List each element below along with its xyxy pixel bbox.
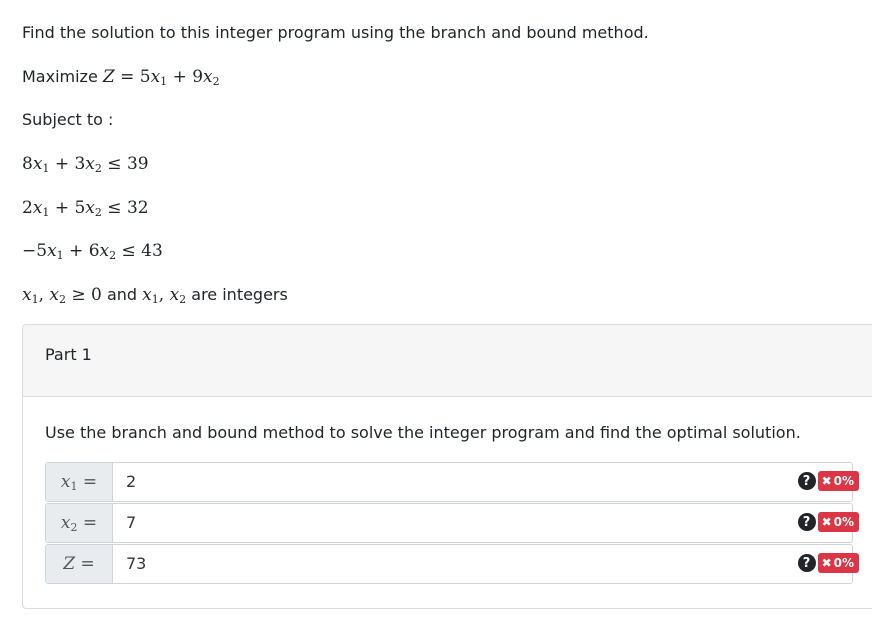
score-badge-x1: ✖ 0% (817, 471, 859, 491)
objective-prefix: Maximize (22, 67, 98, 86)
question-circle-icon[interactable]: ? (797, 472, 816, 490)
nonnegativity-line: x1, x2 ≥ 0 and x1, x2 are integers (22, 284, 288, 306)
score-value-z: 0% (833, 556, 854, 570)
answer-input-z[interactable]: 73 (126, 545, 146, 583)
part-card: Part 1 Use the branch and bound method t… (22, 324, 872, 609)
answer-row-x1: x1 = 2 (45, 462, 853, 502)
score-badge-z: ✖ 0% (817, 553, 859, 573)
answer-label-x1: x1 = (46, 463, 113, 501)
objective-line: Maximize Z = 5x1 + 9x2 (22, 66, 220, 88)
objective-formula: Z = 5x1 + 9x2 (102, 67, 220, 88)
nonneg-formula: x1, x2 ≥ 0 (22, 285, 102, 306)
answer-status-x2: ? ✖ 0% (797, 512, 859, 532)
part-header: Part 1 (23, 325, 872, 397)
constraint-1: 8x1 + 3x2 ≤ 39 (22, 154, 149, 175)
x-mark-icon: ✖ (821, 474, 832, 488)
question-circle-icon[interactable]: ? (797, 513, 816, 531)
part-instruction: Use the branch and bound method to solve… (45, 423, 801, 442)
answer-row-x2: x2 = 7 (45, 503, 853, 543)
score-value-x2: 0% (833, 515, 854, 529)
answer-input-x2[interactable]: 7 (126, 504, 136, 542)
answer-label-x2: x2 = (46, 504, 113, 542)
nonneg-suffix: are integers (191, 285, 288, 304)
constraint-2: 2x1 + 5x2 ≤ 32 (22, 198, 149, 219)
answer-status-x1: ? ✖ 0% (797, 471, 859, 491)
answer-status-z: ? ✖ 0% (797, 553, 859, 573)
constraint-3: −5x1 + 6x2 ≤ 43 (22, 241, 163, 262)
nonneg-and: and (106, 285, 138, 304)
part-title: Part 1 (45, 345, 92, 364)
nonneg-vars: x1, x2 (142, 285, 187, 306)
answer-label-z: Z = (46, 545, 113, 583)
x-mark-icon: ✖ (821, 556, 832, 570)
answer-input-x1[interactable]: 2 (126, 463, 136, 501)
question-intro: Find the solution to this integer progra… (22, 23, 649, 42)
x-mark-icon: ✖ (821, 515, 832, 529)
answer-row-z: Z = 73 (45, 544, 853, 584)
score-value-x1: 0% (833, 474, 854, 488)
question-circle-icon[interactable]: ? (797, 554, 816, 572)
subject-to-label: Subject to : (22, 110, 114, 129)
question-page: Find the solution to this integer progra… (0, 0, 872, 626)
score-badge-x2: ✖ 0% (817, 512, 859, 532)
